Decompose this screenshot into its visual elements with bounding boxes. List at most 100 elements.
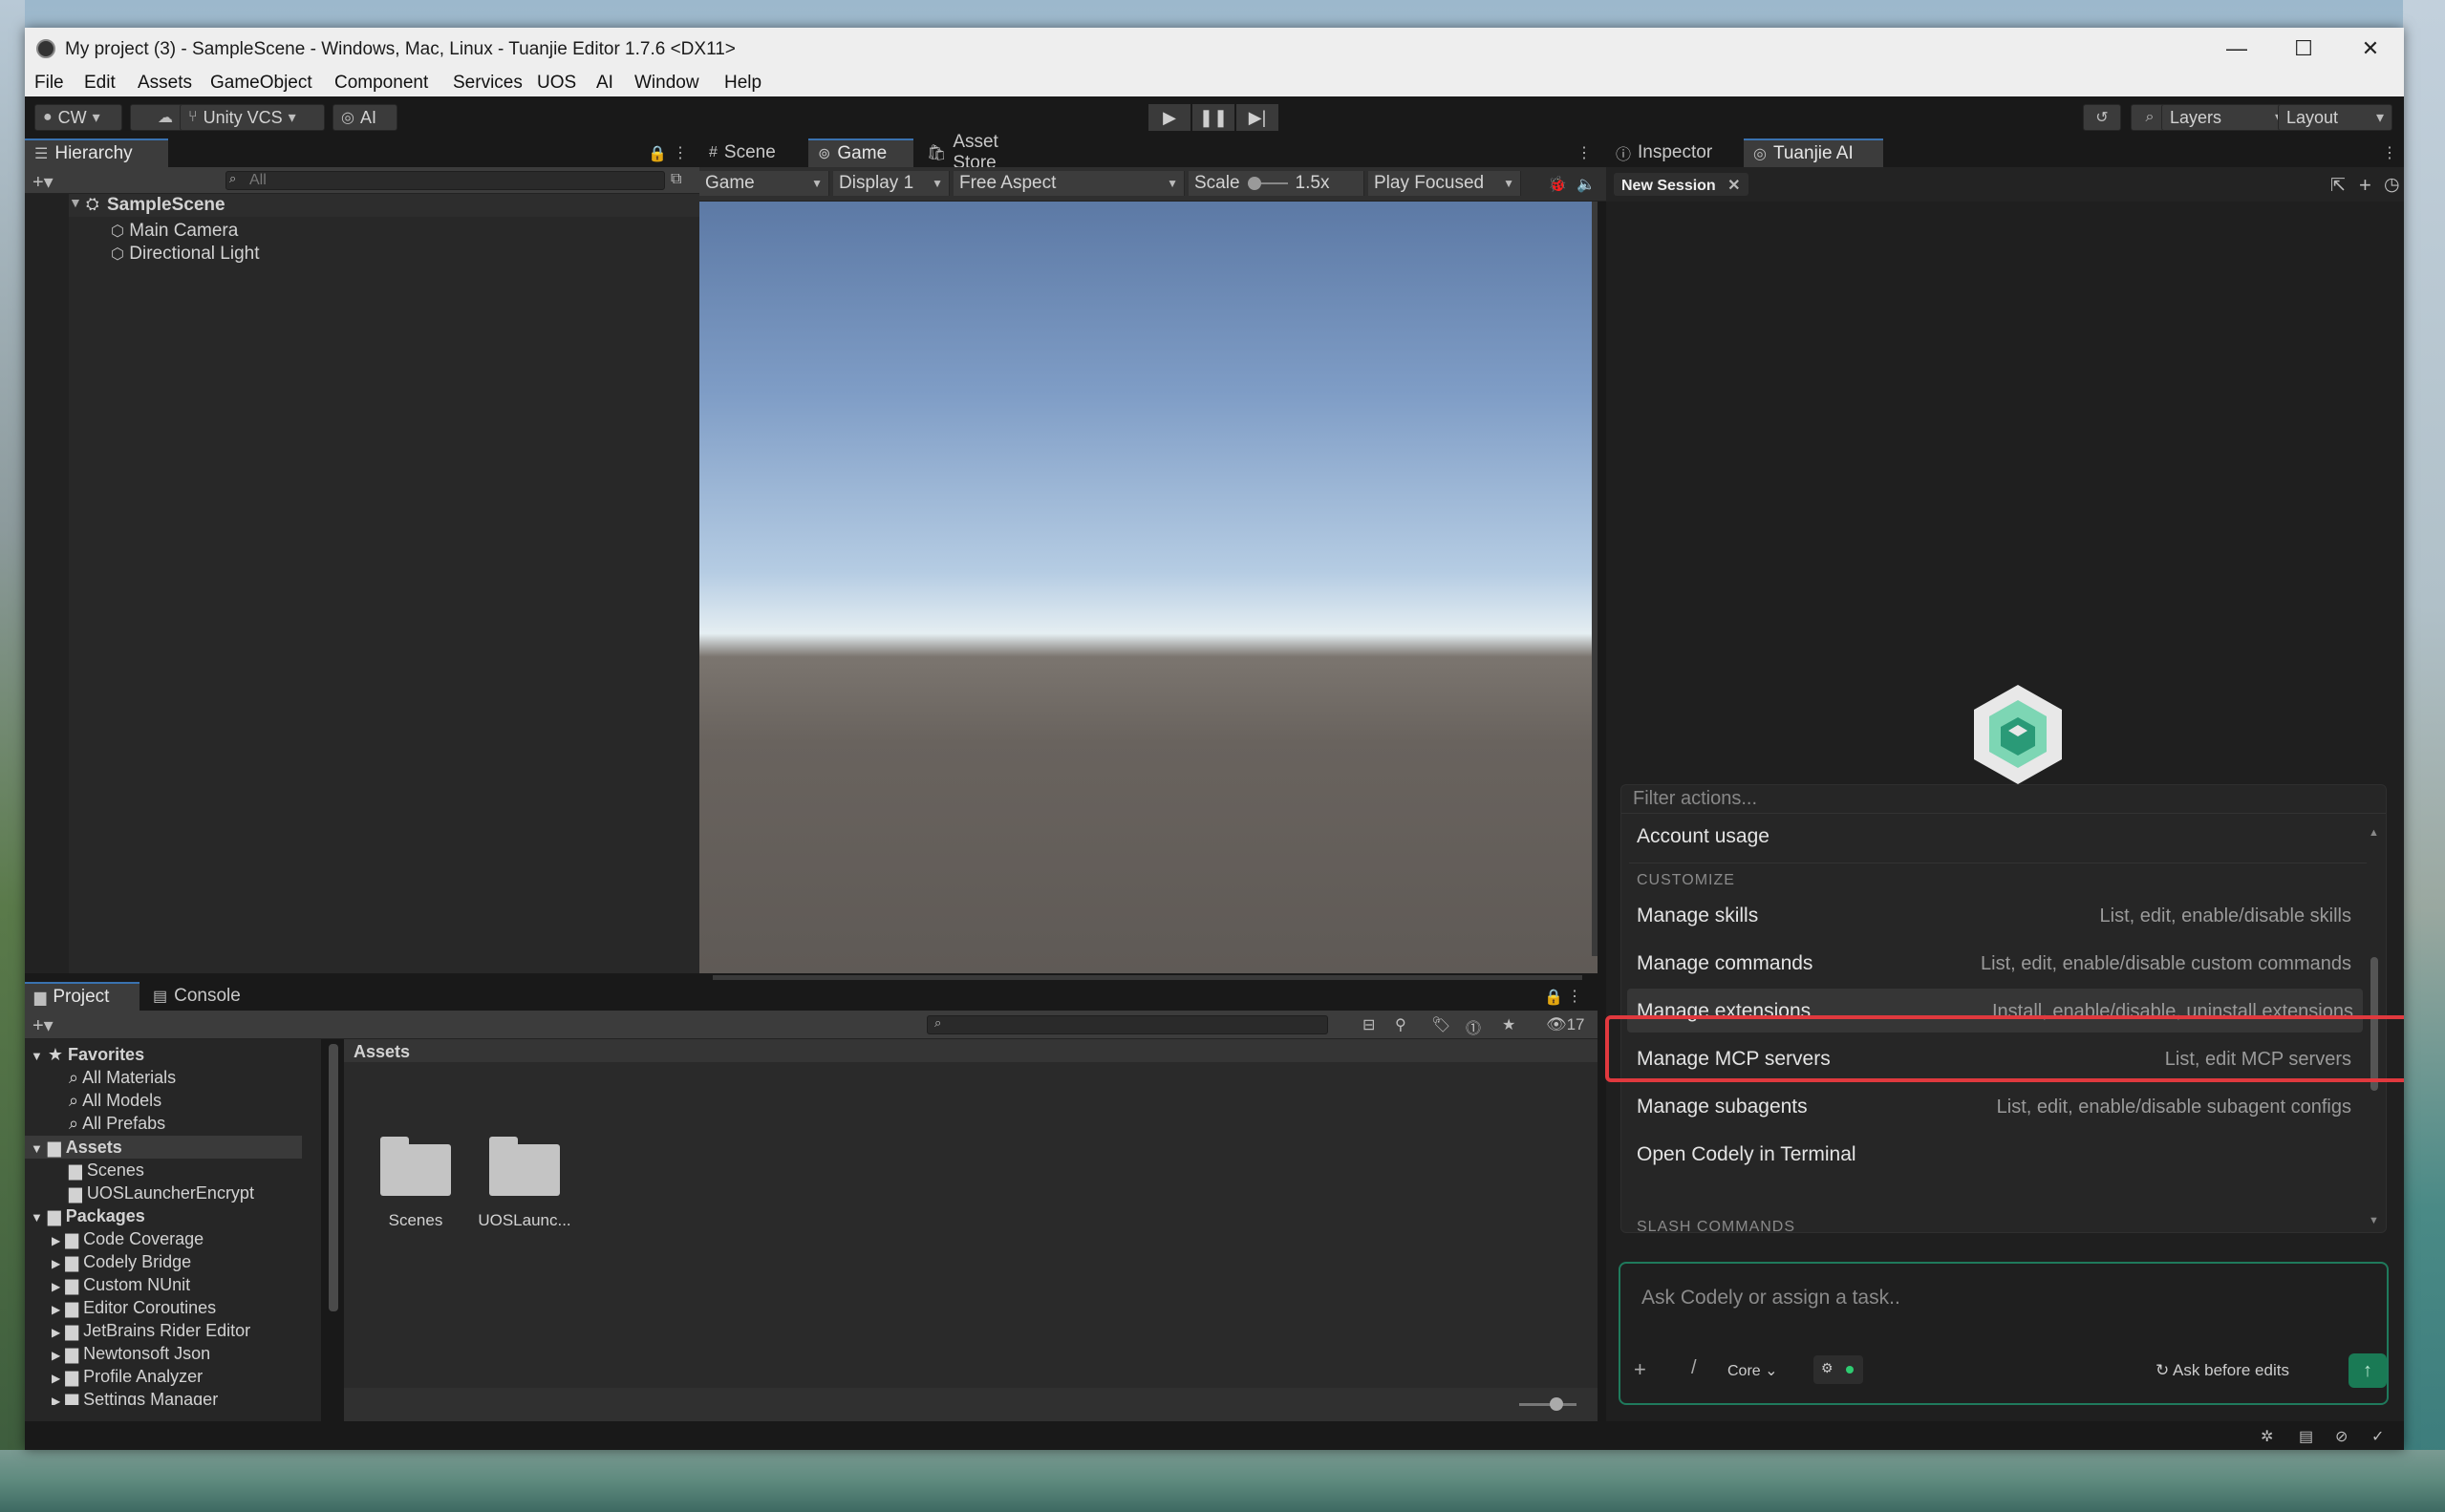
more-menu-icon[interactable]: ⋮ bbox=[673, 143, 688, 162]
minimize-button[interactable]: — bbox=[2203, 28, 2270, 70]
menu-gameobject[interactable]: GameObject bbox=[210, 73, 312, 94]
more-menu-icon[interactable]: ⋮ bbox=[2382, 143, 2397, 162]
folder-icon[interactable] bbox=[489, 1137, 560, 1196]
menu-component[interactable]: Component bbox=[334, 73, 428, 94]
game-scrollbar-v[interactable] bbox=[1592, 202, 1598, 956]
scale-slider[interactable]: Scale 1.5x bbox=[1189, 171, 1364, 196]
agent-toggle[interactable]: ⚙ bbox=[1813, 1355, 1863, 1384]
tab-new-session[interactable]: New Session ✕ bbox=[1614, 173, 1748, 196]
scroll-down-icon[interactable]: ▼ bbox=[2369, 1215, 2379, 1226]
menu-services[interactable]: Services bbox=[453, 73, 523, 94]
star-icon[interactable]: ★ bbox=[1502, 1015, 1515, 1034]
check-circle-icon[interactable]: ✓ bbox=[2371, 1427, 2384, 1446]
tree-item[interactable]: ▆ Scenes bbox=[69, 1161, 144, 1181]
menu-file[interactable]: File bbox=[34, 73, 64, 94]
audio-icon[interactable]: 🔈 bbox=[1576, 175, 1596, 194]
history-button[interactable]: ↺ bbox=[2083, 104, 2121, 131]
command-manage-skills[interactable]: Manage skills List, edit, enable/disable… bbox=[1621, 893, 2367, 937]
tree-item[interactable]: ⌕ All Materials bbox=[69, 1068, 176, 1088]
tab-hierarchy[interactable]: ☰ Hierarchy bbox=[25, 138, 168, 167]
menu-window[interactable]: Window bbox=[634, 73, 699, 94]
tree-item[interactable]: ▶ ▆ Newtonsoft Json bbox=[52, 1344, 210, 1364]
search-by-type-icon[interactable]: ⊟ bbox=[1362, 1015, 1375, 1034]
tree-item[interactable]: ▶ ▆ Codely Bridge bbox=[52, 1252, 191, 1272]
hierarchy-item-directional-light[interactable]: ⬡ Directional Light bbox=[111, 244, 260, 265]
maximize-button[interactable]: ☐ bbox=[2270, 28, 2337, 70]
lock-icon[interactable]: 🔒 bbox=[648, 144, 667, 163]
project-search-input[interactable] bbox=[927, 1015, 1328, 1034]
bug-icon[interactable]: 🐞 bbox=[1548, 175, 1567, 194]
filter-icon[interactable]: ⚲ bbox=[1395, 1015, 1406, 1034]
close-icon[interactable]: ✕ bbox=[1727, 178, 1740, 194]
tree-packages[interactable]: ▼ ▆ Packages bbox=[31, 1206, 145, 1226]
command-manage-commands[interactable]: Manage commands List, edit, enable/disab… bbox=[1621, 941, 2367, 985]
game-view-dropdown[interactable]: Game ▼ bbox=[699, 171, 829, 196]
model-dropdown[interactable]: Core ⌄ bbox=[1727, 1361, 1778, 1380]
menu-ai[interactable]: AI bbox=[596, 73, 613, 94]
cache-icon[interactable]: ▤ bbox=[2299, 1427, 2313, 1446]
hierarchy-item-main-camera[interactable]: ⬡ Main Camera bbox=[111, 221, 238, 242]
tree-item[interactable]: ⌕ All Models bbox=[69, 1091, 161, 1111]
aspect-dropdown[interactable]: Free Aspect ▼ bbox=[954, 171, 1185, 196]
expand-arrow-icon[interactable]: ▼ bbox=[69, 195, 82, 210]
more-menu-icon[interactable]: ⋮ bbox=[1576, 143, 1592, 162]
display-dropdown[interactable]: Display 1 ▼ bbox=[833, 171, 950, 196]
more-menu-icon[interactable]: ⋮ bbox=[1567, 987, 1582, 1006]
tab-project[interactable]: ▆ Project bbox=[25, 982, 139, 1011]
account-dropdown[interactable]: ● CW ▾ bbox=[34, 104, 122, 131]
composer-input[interactable]: Ask Codely or assign a task.. bbox=[1641, 1287, 1900, 1310]
tree-assets[interactable]: ▼ ▆ Assets bbox=[31, 1138, 122, 1158]
attach-button[interactable]: + bbox=[1634, 1357, 1646, 1382]
game-scrollbar-h[interactable] bbox=[713, 975, 1582, 980]
tab-console[interactable]: ▤ Console bbox=[143, 982, 258, 1011]
command-open-codely-terminal[interactable]: Open Codely in Terminal bbox=[1621, 1132, 2367, 1176]
scroll-up-icon[interactable]: ▲ bbox=[2369, 827, 2379, 839]
edit-mode-toggle[interactable]: ↻ Ask before edits bbox=[2155, 1361, 2289, 1380]
menu-help[interactable]: Help bbox=[724, 73, 761, 94]
command-account-usage[interactable]: Account usage bbox=[1621, 814, 2367, 858]
tree-favorites[interactable]: ▼ ★ Favorites bbox=[31, 1045, 144, 1065]
close-button[interactable]: ✕ bbox=[2337, 28, 2404, 70]
tab-asset-store[interactable]: 🛍 Asset Store bbox=[917, 132, 1051, 173]
scene-row[interactable]: ▼ ⛭ SampleScene ⋮ bbox=[69, 194, 718, 217]
lock-icon[interactable]: 🔒 bbox=[1544, 988, 1563, 1007]
network-icon[interactable]: ⊘ bbox=[2335, 1427, 2348, 1446]
scene-picker-icon[interactable]: ⧉ bbox=[671, 171, 681, 188]
layout-dropdown[interactable]: Layout ▾ bbox=[2278, 104, 2392, 131]
assets-breadcrumb[interactable]: Assets bbox=[344, 1039, 1598, 1062]
slash-command-button[interactable]: / bbox=[1691, 1357, 1697, 1379]
tree-item[interactable]: ▆ UOSLauncherEncrypt bbox=[69, 1183, 254, 1203]
hierarchy-search-input[interactable]: All bbox=[225, 171, 665, 190]
tree-item[interactable]: ⌕ All Prefabs bbox=[69, 1114, 165, 1134]
menu-edit[interactable]: Edit bbox=[84, 73, 116, 94]
play-mode-dropdown[interactable]: Play Focused ▼ bbox=[1368, 171, 1521, 196]
add-icon[interactable]: +▾ bbox=[32, 170, 54, 194]
vcs-dropdown[interactable]: ⑂ Unity VCS ▾ bbox=[180, 104, 325, 131]
tab-scene[interactable]: # Scene bbox=[699, 138, 804, 167]
tree-item[interactable]: ▶ ▆ Editor Coroutines bbox=[52, 1298, 216, 1318]
zoom-slider-thumb[interactable] bbox=[1550, 1397, 1563, 1411]
folder-icon[interactable] bbox=[380, 1137, 451, 1196]
menu-uos[interactable]: UOS bbox=[537, 73, 576, 94]
filter-actions-input[interactable]: Filter actions... bbox=[1621, 785, 2386, 814]
external-link-icon[interactable]: ⇱ bbox=[2330, 175, 2346, 197]
warning-icon[interactable]: ⓵ bbox=[1466, 1015, 1481, 1038]
zoom-slider-track[interactable] bbox=[1519, 1403, 1576, 1406]
history-icon[interactable]: ◷ bbox=[2384, 174, 2400, 196]
tree-item[interactable]: ▶ ▆ Custom NUnit bbox=[52, 1275, 190, 1295]
step-button[interactable]: ▶| bbox=[1236, 104, 1278, 131]
pause-button[interactable]: ❚❚ bbox=[1192, 104, 1234, 131]
game-view-canvas[interactable] bbox=[699, 202, 1598, 973]
tab-game[interactable]: ⊚ Game bbox=[808, 138, 913, 167]
tree-item[interactable]: ▶ ▆ Profile Analyzer bbox=[52, 1367, 203, 1387]
ai-button[interactable]: ◎ AI bbox=[332, 104, 397, 131]
send-button[interactable]: ↑ bbox=[2348, 1353, 2387, 1388]
tree-item[interactable]: ▶ ▆ JetBrains Rider Editor bbox=[52, 1321, 250, 1341]
hidden-count[interactable]: 👁17 bbox=[1546, 1015, 1585, 1034]
new-session-icon[interactable]: + bbox=[2359, 173, 2371, 198]
debug-icon[interactable]: ✲ bbox=[2261, 1427, 2273, 1446]
tree-item[interactable]: ▶ ▆ Settings Manager bbox=[52, 1390, 218, 1405]
tab-tuanjie-ai[interactable]: ◎ Tuanjie AI bbox=[1744, 138, 1883, 167]
tree-item[interactable]: ▶ ▆ Code Coverage bbox=[52, 1229, 204, 1249]
layers-dropdown[interactable]: Layers ▾ bbox=[2161, 104, 2291, 131]
